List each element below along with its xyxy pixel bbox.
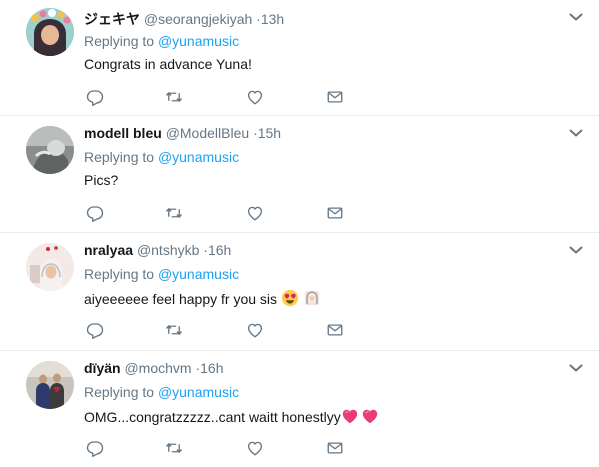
chevron-down-icon[interactable]: [569, 128, 583, 138]
replying-to: Replying to @yunamusic: [84, 384, 239, 400]
chevron-down-icon[interactable]: [569, 363, 583, 373]
action-bar: [84, 204, 354, 224]
retweet-icon[interactable]: [165, 204, 183, 222]
tweet-text: aiyeeeeee feel happy fr you sis: [84, 289, 321, 307]
tweet-text: Pics?: [84, 172, 119, 188]
replying-to-handle[interactable]: @yunamusic: [158, 266, 239, 282]
action-bar: [84, 88, 354, 108]
user-handle[interactable]: @seorangjekiyah: [144, 11, 252, 27]
envelope-icon[interactable]: [326, 88, 344, 106]
replying-to-label: Replying to: [84, 149, 155, 165]
replying-to-handle[interactable]: @yunamusic: [158, 149, 239, 165]
timestamp[interactable]: ·15h: [253, 125, 281, 141]
tweet-text-content: OMG...congratzzzzz..cant waitt honestlyy: [84, 409, 341, 425]
reply-icon[interactable]: [86, 321, 104, 339]
timestamp[interactable]: ·16h: [203, 242, 231, 258]
reply-tweet[interactable]: dïyän @mochvm ·16h Replying to @yunamusi…: [0, 351, 599, 467]
display-name[interactable]: nralyaa: [84, 242, 133, 258]
reply-icon[interactable]: [86, 439, 104, 457]
envelope-icon[interactable]: [326, 439, 344, 457]
reply-tweet[interactable]: ジェキヤ @seorangjekiyah ·13h Replying to @y…: [0, 0, 599, 116]
replying-to-handle[interactable]: @yunamusic: [158, 384, 239, 400]
action-bar: [84, 321, 354, 341]
replying-to-label: Replying to: [84, 266, 155, 282]
heart-icon[interactable]: [246, 439, 264, 457]
chevron-down-icon[interactable]: [569, 12, 583, 22]
display-name[interactable]: ジェキヤ: [84, 11, 140, 27]
avatar[interactable]: [26, 361, 74, 409]
envelope-icon[interactable]: [326, 321, 344, 339]
heart-icon[interactable]: [246, 321, 264, 339]
display-name[interactable]: dïyän: [84, 360, 121, 376]
avatar[interactable]: [26, 243, 74, 291]
tweet-header: dïyän @mochvm ·16h: [84, 360, 224, 376]
user-handle[interactable]: @ntshykb: [137, 242, 199, 258]
reply-icon[interactable]: [86, 204, 104, 222]
tweet-header: ジェキヤ @seorangjekiyah ·13h: [84, 9, 284, 29]
replying-to-label: Replying to: [84, 384, 155, 400]
replying-to: Replying to @yunamusic: [84, 266, 239, 282]
avatar[interactable]: [26, 8, 74, 56]
retweet-icon[interactable]: [165, 88, 183, 106]
tweet-header: nralyaa @ntshykb ·16h: [84, 242, 231, 258]
heart-eyes-emoji: [281, 289, 299, 307]
heart-icon[interactable]: [246, 204, 264, 222]
heart-emoji: [361, 407, 379, 425]
timestamp[interactable]: ·13h: [256, 11, 284, 27]
reply-icon[interactable]: [86, 88, 104, 106]
tweet-text: OMG...congratzzzzz..cant waitt honestlyy: [84, 407, 379, 425]
heart-icon[interactable]: [246, 88, 264, 106]
envelope-icon[interactable]: [326, 204, 344, 222]
tweet-text: Congrats in advance Yuna!: [84, 56, 252, 72]
retweet-icon[interactable]: [165, 439, 183, 457]
tweet-header: modell bleu @ModellBleu ·15h: [84, 125, 281, 141]
heart-emoji: [341, 407, 359, 425]
retweet-icon[interactable]: [165, 321, 183, 339]
tweet-text-content: aiyeeeeee feel happy fr you sis: [84, 291, 278, 307]
user-handle[interactable]: @ModellBleu: [166, 125, 249, 141]
chevron-down-icon[interactable]: [569, 245, 583, 255]
action-bar: [84, 439, 354, 459]
reply-tweet[interactable]: nralyaa @ntshykb ·16h Replying to @yunam…: [0, 233, 599, 351]
replying-to: Replying to @yunamusic: [84, 149, 239, 165]
replying-to-label: Replying to: [84, 33, 155, 49]
avatar[interactable]: [26, 126, 74, 174]
timestamp[interactable]: ·16h: [195, 360, 223, 376]
reply-tweet[interactable]: modell bleu @ModellBleu ·15h Replying to…: [0, 116, 599, 233]
user-handle[interactable]: @mochvm: [124, 360, 191, 376]
display-name[interactable]: modell bleu: [84, 125, 162, 141]
replying-to-handle[interactable]: @yunamusic: [158, 33, 239, 49]
woman-face-emoji: [303, 289, 321, 307]
replying-to: Replying to @yunamusic: [84, 33, 239, 49]
